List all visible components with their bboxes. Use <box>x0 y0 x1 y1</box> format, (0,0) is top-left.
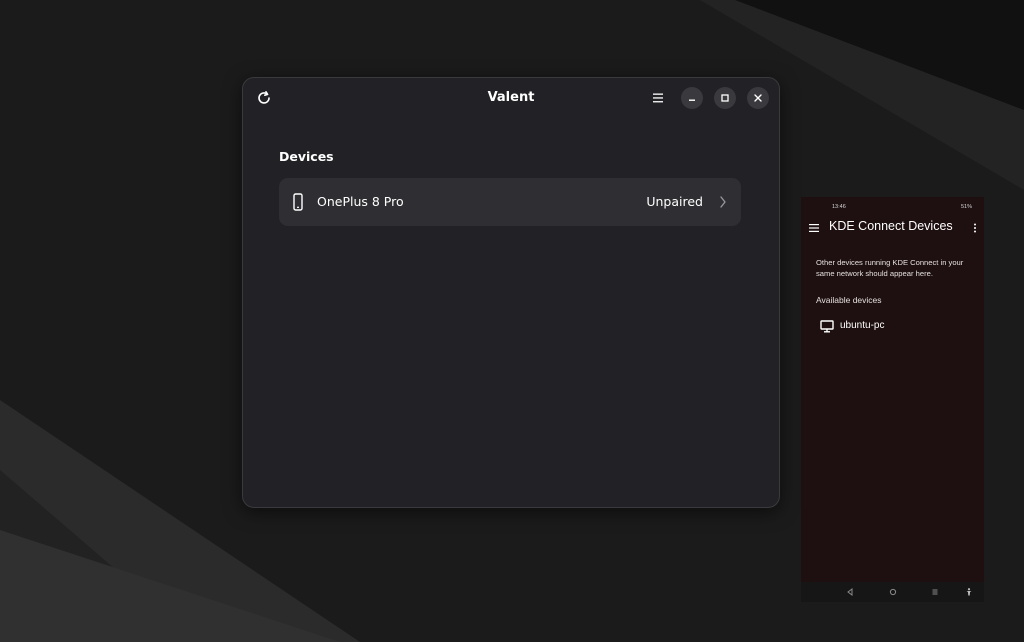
phone-device-name: ubuntu-pc <box>840 320 885 331</box>
device-name: OnePlus 8 Pro <box>317 194 404 209</box>
overflow-menu-icon[interactable] <box>973 223 977 233</box>
home-icon[interactable] <box>888 587 898 597</box>
phone-info-text: Other devices running KDE Connect in you… <box>816 258 964 278</box>
device-row-oneplus[interactable]: OnePlus 8 Pro Unpaired <box>279 178 741 226</box>
header-bar: Valent <box>243 78 779 118</box>
chevron-right-icon <box>720 196 726 208</box>
phone-app-bar: KDE Connect Devices <box>801 217 984 239</box>
minimize-icon <box>689 99 695 101</box>
phone-status-bar: 13:46 51% <box>801 197 984 217</box>
close-icon <box>754 94 762 102</box>
status-time: 13:46 <box>832 204 846 210</box>
status-battery: 51% <box>960 204 972 210</box>
device-status: Unpaired <box>646 194 703 209</box>
monitor-icon <box>820 320 834 333</box>
phone-app-title: KDE Connect Devices <box>829 219 953 233</box>
close-button[interactable] <box>747 87 769 109</box>
back-icon[interactable] <box>845 587 855 597</box>
valent-window: Valent Devices OnePlus 8 Pro Unpaired <box>242 77 780 508</box>
hamburger-menu-icon <box>653 93 663 103</box>
phone-nav-bar <box>801 582 984 602</box>
phone-device-item-ubuntu-pc[interactable]: ubuntu-pc <box>820 318 920 334</box>
available-devices-label: Available devices <box>816 295 882 305</box>
phone-screen: 13:46 51% KDE Connect Devices Other devi… <box>801 197 984 602</box>
recents-icon[interactable] <box>930 587 940 597</box>
maximize-icon <box>721 94 729 102</box>
devices-section-title: Devices <box>279 149 334 164</box>
refresh-icon <box>258 90 270 104</box>
accessibility-icon[interactable] <box>964 587 974 597</box>
minimize-button[interactable] <box>681 87 703 109</box>
main-menu-button[interactable] <box>645 85 671 111</box>
drawer-menu-icon[interactable] <box>809 224 819 232</box>
smartphone-icon <box>293 193 303 211</box>
refresh-button[interactable] <box>251 84 277 112</box>
maximize-button[interactable] <box>714 87 736 109</box>
